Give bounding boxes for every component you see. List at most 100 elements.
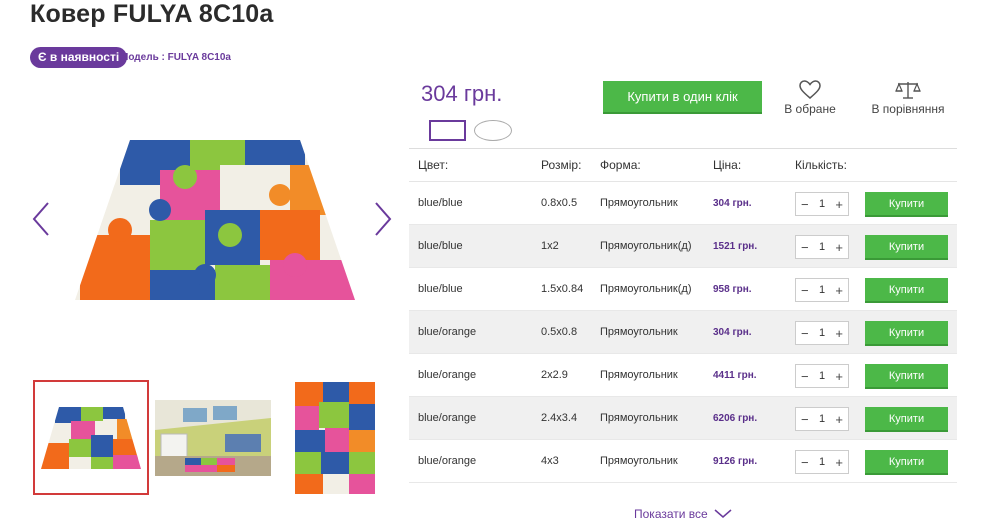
quantity-stepper: −1 + [795, 450, 849, 474]
row-price: 6206 грн. [713, 412, 758, 424]
heart-icon [799, 80, 821, 99]
gallery-prev-button[interactable] [30, 199, 54, 239]
add-to-favorites-button[interactable]: В обране [784, 80, 836, 116]
show-all-link[interactable]: Показати все [634, 507, 732, 521]
row-shape: Прямоугольник [600, 369, 678, 381]
row-shape: Прямоугольник [600, 455, 678, 467]
quantity-stepper: −1 + [795, 278, 849, 302]
row-size: 2.4x3.4 [541, 412, 578, 424]
header-shape: Форма: [600, 158, 641, 172]
header-color: Цвет: [418, 158, 449, 172]
quantity-value[interactable]: 1 [819, 284, 825, 296]
quantity-value[interactable]: 1 [819, 456, 825, 468]
row-buy-button[interactable]: Купити [865, 321, 948, 346]
add-to-compare-button[interactable]: В порівняння [868, 80, 948, 116]
row-buy-button[interactable]: Купити [865, 235, 948, 260]
row-size: 0.5x0.8 [541, 326, 578, 338]
header-price: Ціна: [713, 158, 742, 172]
quantity-decrease-button[interactable]: − [801, 370, 809, 383]
row-price: 9126 грн. [713, 455, 758, 467]
row-shape: Прямоугольник [600, 197, 678, 209]
table-row: blue/orange 4x3 Прямоугольник 9126 грн. −1 + К… [409, 440, 957, 483]
quantity-value[interactable]: 1 [819, 327, 825, 339]
row-color: blue/blue [418, 240, 463, 252]
quantity-stepper: −1 + [795, 321, 849, 345]
thumbnail-room-image [155, 399, 271, 476]
row-buy-button[interactable]: Купити [865, 364, 948, 389]
quantity-increase-button[interactable]: + [835, 327, 843, 340]
quantity-increase-button[interactable]: + [835, 456, 843, 469]
quantity-increase-button[interactable]: + [835, 370, 843, 383]
row-color: blue/orange [418, 455, 477, 467]
table-header: Цвет: Розмір: Форма: Ціна: Кількість: [409, 149, 957, 182]
table-row: blue/orange 2.4x3.4 Прямоугольник 6206 грн.… [409, 397, 957, 440]
quantity-decrease-button[interactable]: − [801, 198, 809, 211]
gallery-next-button[interactable] [370, 199, 394, 239]
row-shape: Прямоугольник(д) [600, 283, 692, 295]
quantity-value[interactable]: 1 [819, 413, 825, 425]
quantity-decrease-button[interactable]: − [801, 241, 809, 254]
row-buy-button[interactable]: Купити [865, 450, 948, 475]
thumbnail-1[interactable] [33, 380, 149, 495]
buy-one-click-button[interactable]: Купити в один клік [603, 81, 762, 114]
page-title: Ковер FULYA 8C10a [30, 0, 274, 28]
quantity-stepper: −1 + [795, 364, 849, 388]
row-size: 1.5x0.84 [541, 283, 584, 295]
chevron-left-icon [32, 202, 49, 236]
quantity-value[interactable]: 1 [819, 370, 825, 382]
quantity-decrease-button[interactable]: − [801, 456, 809, 469]
quantity-value[interactable]: 1 [819, 198, 825, 210]
product-price: 304 грн. [421, 81, 503, 106]
row-price: 304 грн. [713, 197, 752, 209]
row-size: 4x3 [541, 455, 559, 467]
quantity-increase-button[interactable]: + [835, 198, 843, 211]
favorites-label: В обране [784, 102, 836, 116]
row-shape: Прямоугольник [600, 326, 678, 338]
table-row: blue/orange 2x2.9 Прямоугольник 4411 грн. −1… [409, 354, 957, 397]
row-buy-button[interactable]: Купити [865, 407, 948, 432]
table-row: blue/blue 0.8x0.5 Прямоугольник 304 грн. −1 +… [409, 182, 957, 225]
quantity-stepper: −1 + [795, 407, 849, 431]
row-price: 304 грн. [713, 326, 752, 338]
shape-option-oval[interactable] [474, 120, 512, 141]
thumbnail-rug-top-image [295, 381, 375, 494]
header-size: Розмір: [541, 158, 582, 172]
table-row: blue/blue 1.5x0.84 Прямоугольник(д) 958 грн… [409, 268, 957, 311]
row-shape: Прямоугольник [600, 412, 678, 424]
row-price: 958 грн. [713, 283, 752, 295]
thumbnail-2[interactable] [155, 380, 271, 495]
quantity-stepper: −1 + [795, 235, 849, 259]
row-color: blue/blue [418, 197, 463, 209]
row-price: 4411 грн. [713, 369, 757, 381]
thumbnail-rug-image [41, 406, 141, 469]
thumbnail-3[interactable] [277, 380, 393, 495]
quantity-increase-button[interactable]: + [835, 241, 843, 254]
row-color: blue/orange [418, 326, 477, 338]
chevron-down-icon [714, 509, 732, 518]
quantity-decrease-button[interactable]: − [801, 413, 809, 426]
model-label: Модель : FULYA 8C10a [120, 52, 231, 63]
quantity-stepper: −1 + [795, 192, 849, 216]
row-buy-button[interactable]: Купити [865, 192, 948, 217]
chevron-right-icon [375, 202, 392, 236]
show-all-label: Показати все [634, 507, 708, 521]
row-color: blue/blue [418, 283, 463, 295]
quantity-decrease-button[interactable]: − [801, 284, 809, 297]
quantity-increase-button[interactable]: + [835, 413, 843, 426]
row-buy-button[interactable]: Купити [865, 278, 948, 303]
scales-icon [895, 82, 921, 99]
product-main-image[interactable] [60, 115, 370, 330]
shape-option-rectangle[interactable] [429, 120, 466, 141]
quantity-increase-button[interactable]: + [835, 284, 843, 297]
row-size: 2x2.9 [541, 369, 568, 381]
row-color: blue/orange [418, 369, 477, 381]
header-quantity: Кількість: [795, 158, 847, 172]
quantity-value[interactable]: 1 [819, 241, 825, 253]
row-color: blue/orange [418, 412, 477, 424]
quantity-decrease-button[interactable]: − [801, 327, 809, 340]
compare-label: В порівняння [871, 102, 945, 116]
variants-table: Цвет: Розмір: Форма: Ціна: Кількість: bl… [409, 148, 957, 483]
stock-badge: Є в наявності [30, 47, 128, 68]
row-price: 1521 грн. [713, 240, 758, 252]
table-row: blue/blue 1x2 Прямоугольник(д) 1521 грн. −1 +… [409, 225, 957, 268]
